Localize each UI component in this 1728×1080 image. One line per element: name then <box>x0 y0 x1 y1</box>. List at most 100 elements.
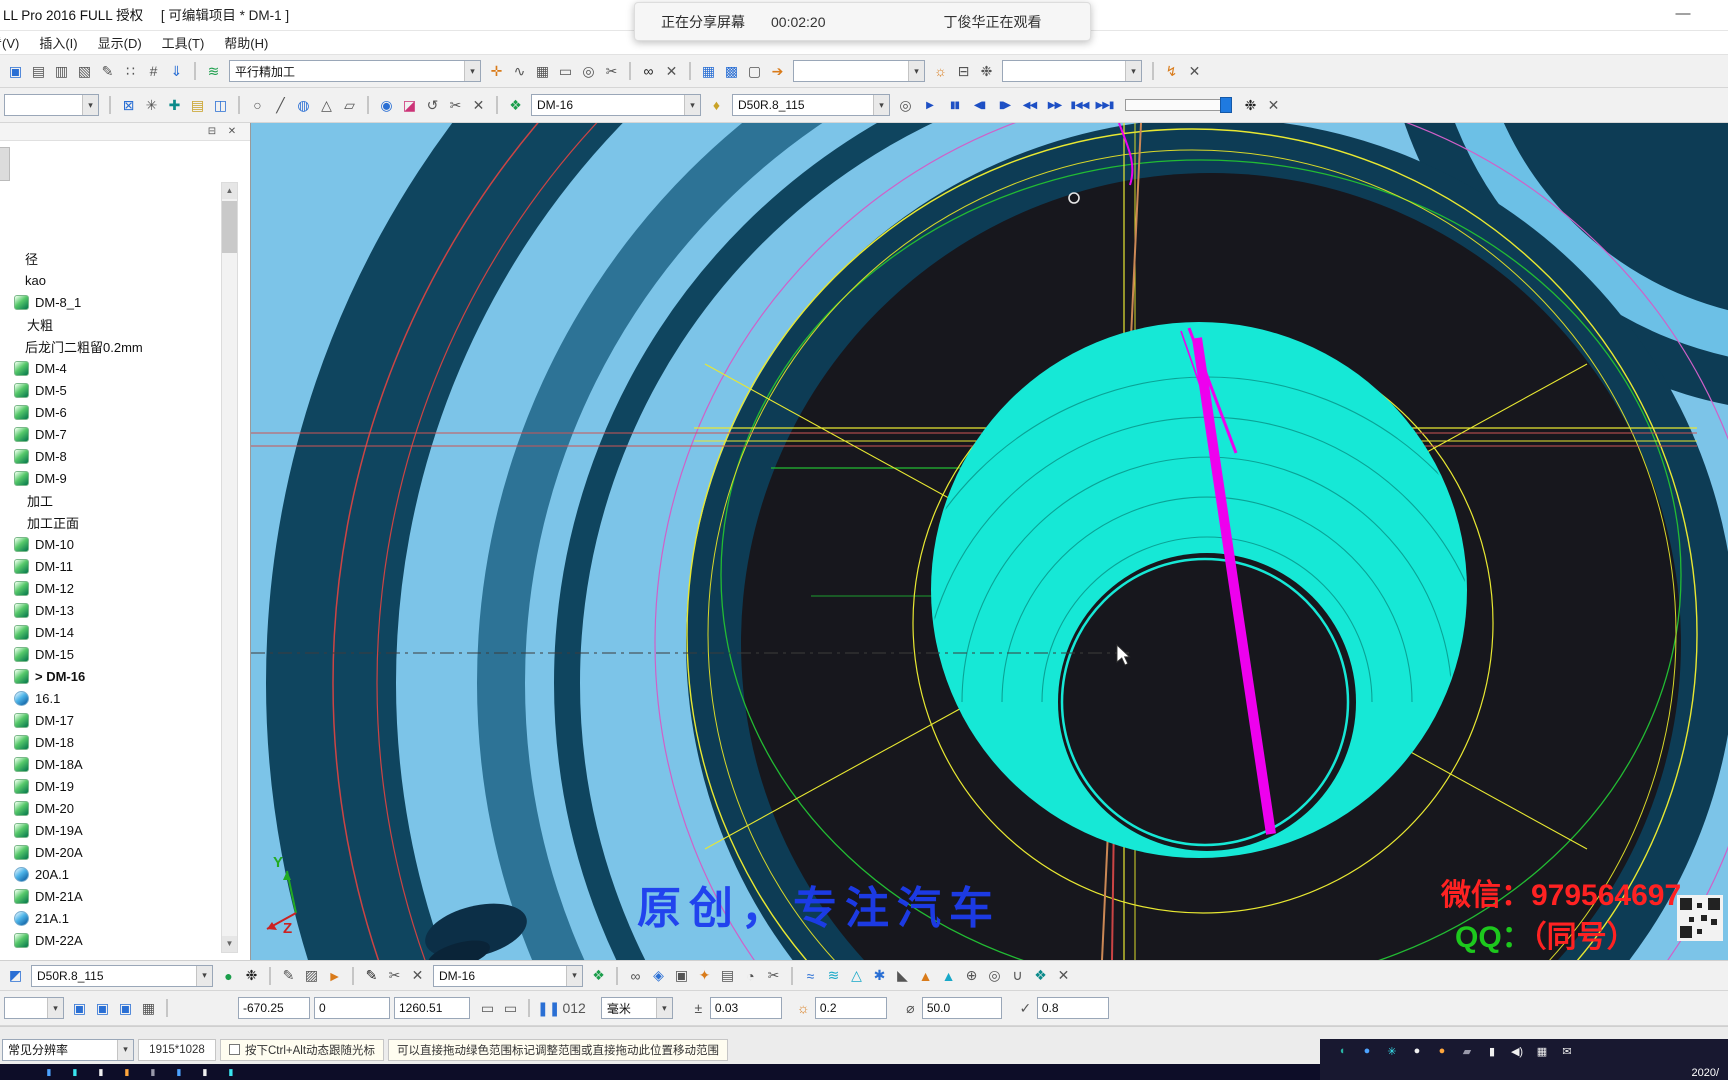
pattern-finish-icon[interactable]: ❖ <box>1029 965 1052 987</box>
3d-viewport[interactable]: Y Z 原创，专注汽车 微信：979564697 QQ：（同号） <box>251 123 1728 960</box>
taskbar-app-icon[interactable]: ▮ <box>94 1066 108 1078</box>
go-end-button[interactable]: ▶▶▮ <box>1092 94 1117 116</box>
cone-icon[interactable]: △ <box>315 94 338 116</box>
taskbar-app-icon[interactable]: ▮ <box>224 1066 238 1078</box>
line-icon[interactable]: ╱ <box>269 94 292 116</box>
separator[interactable] <box>496 96 498 114</box>
simulate-icon[interactable]: ❉ <box>975 60 998 82</box>
grid-dense-icon[interactable]: ▩ <box>720 60 743 82</box>
tree-item[interactable]: DM-8_1 <box>0 291 218 313</box>
tree-item[interactable]: 加工 <box>0 489 218 511</box>
clipboard-icon[interactable]: ▥ <box>50 60 73 82</box>
fast-forward-button[interactable]: ▶▶ <box>1042 94 1067 116</box>
chevron-down-icon[interactable]: ▾ <box>873 95 889 115</box>
ramp-orange-icon[interactable]: ▲ <box>914 965 937 987</box>
tree-item[interactable]: DM-17 <box>0 709 218 731</box>
target-icon[interactable]: ◎ <box>983 965 1006 987</box>
tree-item[interactable]: DM-11 <box>0 555 218 577</box>
step-back-button[interactable]: ◀▮ <box>967 94 992 116</box>
simulation-robot-icon[interactable]: ❉ <box>1239 94 1262 116</box>
iso-view-icon[interactable]: ▣ <box>68 997 91 1019</box>
separator[interactable] <box>528 999 530 1017</box>
delete-block-icon[interactable]: ⊠ <box>117 94 140 116</box>
left-combobox[interactable]: ▾ <box>4 94 99 116</box>
toolpath-strategy-icon[interactable]: ❖ <box>504 94 527 116</box>
tray-app1-icon[interactable]: ● <box>1359 1043 1375 1059</box>
tool-combobox[interactable]: D50R.8_115 ▾ <box>732 94 890 116</box>
strategy-combobox[interactable]: 平行精加工 ▾ <box>229 60 481 82</box>
taskbar-app-icon[interactable]: ▮ <box>42 1066 56 1078</box>
view-block-icon[interactable]: ▣ <box>4 60 27 82</box>
links-icon[interactable]: ≋ <box>822 965 845 987</box>
chevron-down-icon[interactable]: ▾ <box>1125 61 1141 81</box>
tool-preview-icon[interactable]: ◎ <box>894 94 917 116</box>
hatch-icon[interactable]: ▨ <box>300 965 323 987</box>
zoom-icon[interactable]: ⊕ <box>960 965 983 987</box>
active-tool-combobox[interactable]: D50R.8_115 ▾ <box>31 964 213 987</box>
spark-icon[interactable]: ✦ <box>693 965 716 987</box>
tray-mic-icon[interactable]: ▮ <box>1484 1043 1500 1059</box>
taskbar-app-icon[interactable]: ▮ <box>146 1066 160 1078</box>
taskbar-app-icon[interactable]: ▮ <box>120 1066 134 1078</box>
scroll-up-button[interactable]: ▲ <box>222 183 237 199</box>
resolution-combobox[interactable]: 常见分辨率 ▾ <box>2 1038 134 1061</box>
keyboard-icon[interactable]: ▭ <box>554 60 577 82</box>
eraser-icon[interactable]: ◪ <box>398 94 421 116</box>
spheres-icon[interactable]: ◉ <box>375 94 398 116</box>
menu-tools[interactable]: 工具(T) <box>152 30 215 55</box>
tree-item[interactable]: DM-7 <box>0 423 218 445</box>
scroll-down-button[interactable]: ▼ <box>222 936 237 952</box>
separator[interactable] <box>269 966 271 985</box>
separator[interactable] <box>166 999 168 1017</box>
tray-moon-icon[interactable]: ◖ <box>1334 1043 1350 1059</box>
active-toolpath-icon[interactable]: ❖ <box>587 965 610 987</box>
undo-icon[interactable]: ↺ <box>421 94 444 116</box>
tree-item[interactable]: 大粗 <box>0 313 218 335</box>
tool-icon[interactable]: ♦ <box>705 94 728 116</box>
bulb-icon[interactable]: ☼ <box>929 60 952 82</box>
shaded-tool-icon[interactable]: ● <box>217 965 240 987</box>
tree-item[interactable]: DM-10 <box>0 533 218 555</box>
tree-item[interactable]: kao <box>0 269 218 291</box>
draw-icon[interactable]: ✎ <box>277 965 300 987</box>
tree-item[interactable]: DM-15 <box>0 643 218 665</box>
tree-item[interactable]: 16.1 <box>0 687 218 709</box>
follow-cursor-checkbox[interactable] <box>229 1044 240 1055</box>
calculator-icon[interactable]: ▦ <box>531 60 554 82</box>
chevron-down-icon[interactable]: ▾ <box>655 998 672 1018</box>
minimize-button[interactable]: — <box>1666 0 1700 30</box>
chevron-down-icon[interactable]: ▾ <box>117 1039 133 1060</box>
digits-icon[interactable]: 012 <box>561 997 586 1019</box>
ramp-icon[interactable]: ◣ <box>891 965 914 987</box>
tree-item[interactable]: DM-4 <box>0 357 218 379</box>
step-forward-button[interactable]: ▮▶ <box>992 94 1017 116</box>
top-view-icon[interactable]: ▣ <box>91 997 114 1019</box>
separator[interactable] <box>616 966 618 985</box>
tree-item-active[interactable]: > DM-16 <box>0 665 218 687</box>
clip-toolpath-icon[interactable]: ✂ <box>762 965 785 987</box>
save-icon[interactable]: ◫ <box>209 94 232 116</box>
menu-help[interactable]: 帮助(H) <box>214 30 278 55</box>
separator[interactable] <box>238 96 240 114</box>
chevron-down-icon[interactable]: ▾ <box>82 95 98 115</box>
tray-app3-icon[interactable]: ● <box>1434 1043 1450 1059</box>
separator[interactable] <box>367 96 369 114</box>
clip-icon[interactable]: ✂ <box>600 60 623 82</box>
bars-icon[interactable]: ❚❚ <box>536 997 561 1019</box>
panel-dock-button[interactable]: ⊟ <box>204 124 220 139</box>
empty-combobox-1[interactable]: ▾ <box>793 60 925 82</box>
layers-icon[interactable]: ▤ <box>716 965 739 987</box>
panel-tab[interactable] <box>0 147 10 181</box>
go-start-button[interactable]: ▮◀◀ <box>1067 94 1092 116</box>
strategy-icon[interactable]: ≋ <box>202 60 225 82</box>
export-icon[interactable]: ➔ <box>766 60 789 82</box>
preview-icon[interactable]: ◎ <box>577 60 600 82</box>
chevron-down-icon[interactable]: ▾ <box>47 998 63 1018</box>
toolpath-combobox[interactable]: DM-16 ▾ <box>531 94 701 116</box>
pick-position-icon[interactable]: ▭ <box>476 997 499 1019</box>
taskbar-app-icon[interactable]: ▮ <box>198 1066 212 1078</box>
x-coordinate-input[interactable] <box>238 997 310 1019</box>
prism-icon[interactable]: △ <box>845 965 868 987</box>
tolerance-input[interactable] <box>709 997 782 1019</box>
close-toolbar-icon[interactable]: ✕ <box>1183 60 1206 82</box>
